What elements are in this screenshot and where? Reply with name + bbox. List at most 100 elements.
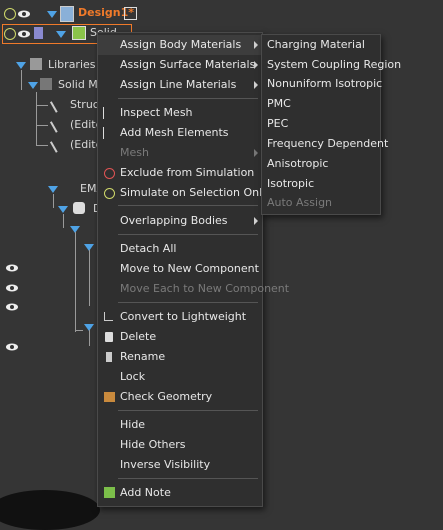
menu-item-label: Rename [120,350,166,363]
menu-item-assign-surface-materials[interactable]: Assign Surface Materials [98,55,262,75]
solid-body-icon [72,26,86,40]
menu-item-label: Overlapping Bodies [120,214,228,227]
menu-item-inverse-visibility[interactable]: Inverse Visibility [98,455,262,475]
menu-item-simulate-on-selection-only[interactable]: Simulate on Selection Only [98,183,269,203]
submenu-item-pmc[interactable]: PMC [262,94,380,114]
submenu-item-frequency-dependent[interactable]: Frequency Dependent [262,134,388,154]
menu-item-label: Detach All [120,242,177,255]
menu-item-add-note[interactable]: Add Note [98,483,262,503]
expand-arrow-icon[interactable] [48,186,58,193]
menu-item-label: Assign Body Materials [120,38,242,51]
submenu-item-label: Nonuniform Isotropic [267,77,383,90]
eye-icon[interactable] [18,30,30,38]
menu-item-exclude-from-simulation[interactable]: Exclude from Simulation [98,163,262,183]
menu-item-add-mesh-elements[interactable]: Add Mesh Elements [98,123,262,143]
menu-item-label: Add Note [120,486,171,499]
submenu-item-isotropic[interactable]: Isotropic [262,174,380,194]
expand-arrow-icon[interactable] [56,31,66,38]
eye-icon[interactable] [18,10,30,18]
menu-item-rename[interactable]: Rename [98,347,262,367]
menu-item-label: Check Geometry [120,390,213,403]
menu-separator [118,98,258,99]
submenu-arrow-icon [254,41,258,49]
submenu-item-label: System Coupling Region [267,58,402,71]
exclude-icon [104,168,115,179]
submenu-item-label: PMC [267,97,291,110]
library-icon [30,58,42,70]
menu-item-label: Hide Others [120,438,186,451]
submenu-item-label: Auto Assign [267,196,333,209]
menu-item-lock[interactable]: Lock [98,367,262,387]
design-icon [60,6,74,22]
menu-item-label: Inverse Visibility [120,458,211,471]
material-icon [49,95,69,113]
eye-icon[interactable] [6,284,18,292]
expand-arrow-icon[interactable] [47,11,57,18]
menu-item-label: Add Mesh Elements [120,126,229,139]
menu-item-label: Lock [120,370,146,383]
target-icon[interactable] [4,8,16,20]
target-icon[interactable] [4,28,16,40]
menu-item-label: Assign Line Materials [120,78,237,91]
expand-arrow-icon[interactable] [58,206,68,213]
add-note-icon [104,487,115,498]
submenu-item-label: Isotropic [267,177,315,190]
submenu-item-anisotropic[interactable]: Anisotropic [262,154,380,174]
menu-item-label: Hide [120,418,146,431]
lightweight-icon [104,312,113,321]
body-materials-submenu: Charging Material System Coupling Region… [261,34,401,215]
submenu-item-label: Anisotropic [267,157,329,170]
menu-item-label: Convert to Lightweight [120,310,247,323]
menu-separator [118,234,258,235]
menu-item-label: Inspect Mesh [120,106,193,119]
submenu-item-pec[interactable]: PEC [262,114,380,134]
submenu-arrow-icon [254,81,258,89]
menu-item-check-geometry[interactable]: Check Geometry [98,387,262,407]
menu-item-label: Mesh [120,146,149,159]
rename-icon [106,352,112,362]
libraries-label[interactable]: Libraries [48,58,96,71]
eye-icon[interactable] [6,303,18,311]
menu-item-hide[interactable]: Hide [98,415,262,435]
material-folder-icon [40,78,52,90]
submenu-item-auto-assign: Auto Assign [262,193,380,213]
eye-icon[interactable] [6,343,18,351]
menu-item-label: Assign Surface Materials [120,58,256,71]
material-icon [49,135,69,153]
menu-item-detach-all[interactable]: Detach All [98,239,262,259]
submenu-item-charging-material[interactable]: Charging Material [262,35,380,55]
menu-item-hide-others[interactable]: Hide Others [98,435,262,455]
submenu-item-label: Frequency Dependent [267,137,389,150]
menu-item-assign-body-materials[interactable]: Assign Body Materials [98,35,262,55]
submenu-arrow-icon [254,217,258,225]
menu-item-label: Move Each to New Component [120,282,290,295]
submenu-item-label: Charging Material [267,38,365,51]
menu-item-mesh: Mesh [98,143,262,163]
submenu-arrow-icon [254,149,258,157]
expand-arrow-icon[interactable] [16,62,26,69]
open-external-icon[interactable] [124,7,137,20]
menu-item-assign-line-materials[interactable]: Assign Line Materials [98,75,262,95]
context-menu: Assign Body Materials Assign Surface Mat… [97,32,289,507]
submenu-item-system-coupling-region[interactable]: System Coupling Region [262,55,401,75]
mesh-icon [103,107,116,119]
menu-separator [118,302,258,303]
menu-item-move-each-to-new-component: Move Each to New Component [98,279,289,299]
menu-item-inspect-mesh[interactable]: Inspect Mesh [98,103,262,123]
simulate-target-icon [104,188,115,199]
trash-icon [105,332,113,342]
mesh-icon [103,127,116,139]
menu-item-convert-to-lightweight[interactable]: Convert to Lightweight [98,307,262,327]
menu-item-label: Move to New Component [120,262,259,275]
document-icon [34,27,43,39]
menu-separator [118,205,258,206]
eye-icon[interactable] [6,264,18,272]
menu-item-delete[interactable]: Delete [98,327,262,347]
submenu-item-nonuniform-isotropic[interactable]: Nonuniform Isotropic [262,74,383,94]
menu-item-move-to-new-component[interactable]: Move to New Component [98,259,262,279]
menu-separator [118,410,258,411]
expand-arrow-icon[interactable] [28,82,38,89]
menu-item-overlapping-bodies[interactable]: Overlapping Bodies [98,211,262,231]
menu-item-label: Simulate on Selection Only [120,186,269,199]
viewport-fragment [0,490,100,530]
